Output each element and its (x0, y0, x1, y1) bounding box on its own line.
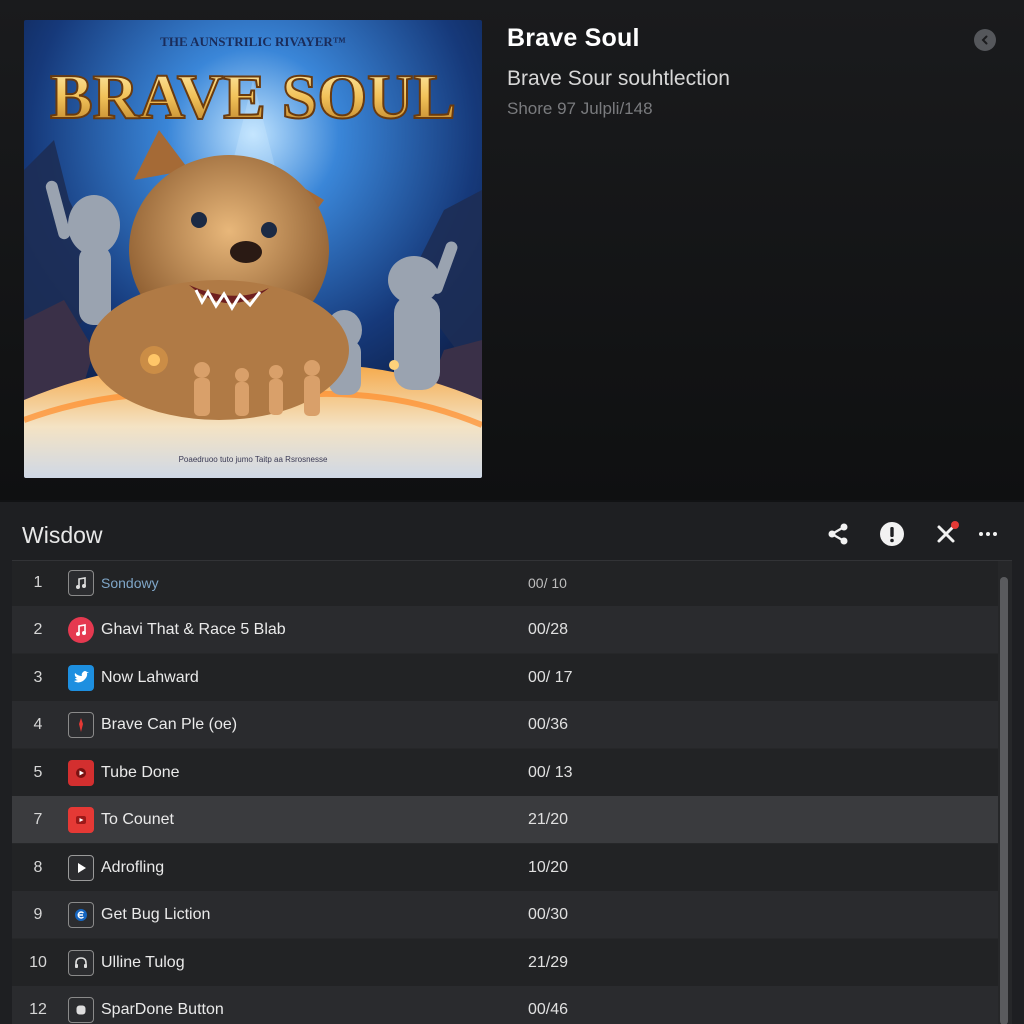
track-duration: 00/46 (528, 1000, 569, 1018)
track-number: 3 (33, 668, 43, 686)
album-meta: Brave Soul Brave Sour souhtlection Shore… (507, 24, 947, 119)
music-app-icon (68, 616, 94, 643)
cover-credits: Poaedruoo tuto jumo Taitp aa Rsrosnesse (179, 455, 328, 464)
track-row[interactable]: 8 Adrofling 10/20 (12, 844, 998, 891)
circle-e-icon (68, 901, 94, 928)
chevron-left-icon (981, 35, 988, 45)
album-info: Shore 97 Julpli/148 (507, 99, 653, 118)
cover-tagline: THE AUNSTRILIC RIVAYER™ (160, 34, 346, 49)
track-duration: 00/36 (528, 715, 569, 733)
bird-icon (68, 664, 94, 691)
info-button[interactable] (878, 520, 906, 548)
track-duration: 00/ 17 (528, 668, 573, 686)
album-header: THE AUNSTRILIC RIVAYER™ BRAVE SOUL Poaed… (0, 0, 1024, 500)
more-button[interactable] (974, 520, 1002, 548)
play-icon (68, 854, 94, 881)
track-number: 9 (33, 905, 43, 923)
track-number: 2 (33, 620, 43, 638)
track-row[interactable]: 2 Ghavi That & Race 5 Blab 00/28 (12, 606, 998, 653)
track-number: 8 (33, 858, 43, 876)
close-button[interactable] (932, 520, 960, 548)
track-duration: 21/29 (528, 953, 569, 971)
back-button[interactable] (974, 29, 996, 51)
track-name: To Counet (101, 810, 174, 828)
tube-icon (68, 806, 94, 833)
track-name: SparDone Button (101, 1000, 224, 1018)
track-duration: 00/28 (528, 620, 569, 638)
track-name: Now Lahward (101, 668, 199, 686)
tube-icon (68, 759, 94, 786)
album-cover[interactable]: THE AUNSTRILIC RIVAYER™ BRAVE SOUL Poaed… (24, 20, 482, 478)
track-number: 12 (29, 1000, 47, 1018)
track-row[interactable]: 9 Get Bug Liction 00/30 (12, 891, 998, 938)
flame-icon (68, 711, 94, 738)
track-row[interactable]: 12 SparDone Button 00/46 (12, 986, 998, 1024)
notification-dot (951, 521, 959, 529)
album-subtitle: Brave Sour souhtlection (507, 67, 730, 90)
track-number: 10 (29, 953, 47, 971)
tracklist-header: Wisdow (0, 502, 1024, 560)
album-title: Brave Soul (507, 24, 640, 52)
track-row[interactable]: 4 Brave Can Ple (oe) 00/36 (12, 701, 998, 748)
cover-title: BRAVE SOUL (50, 61, 456, 132)
track-name: Ulline Tulog (101, 953, 185, 971)
scrollbar-thumb[interactable] (1000, 577, 1008, 1024)
track-name: Ghavi That & Race 5 Blab (101, 620, 286, 638)
track-duration: 00/ 10 (528, 574, 567, 591)
square-icon (68, 996, 94, 1023)
share-button[interactable] (824, 520, 852, 548)
track-row[interactable]: 3 Now Lahward 00/ 17 (12, 654, 998, 701)
music-note-icon (68, 569, 94, 596)
tracklist-title: Wisdow (22, 522, 103, 548)
track-number: 7 (33, 810, 43, 828)
track-name: Brave Can Ple (oe) (101, 715, 238, 733)
track-name: Tube Done (101, 763, 180, 781)
share-icon (828, 523, 848, 545)
track-list[interactable]: 1 Sondowy 00/ 10 2 Ghavi That & Race 5 B… (12, 560, 1012, 1024)
track-name: Get Bug Liction (101, 905, 211, 923)
track-number: 4 (33, 715, 43, 733)
track-duration: 21/20 (528, 810, 569, 828)
tracklist-panel: Wisdow 1 Sondowy 00/ 10 2 Ghavi That & R… (0, 502, 1024, 1024)
track-number: 5 (33, 763, 43, 781)
scrollbar[interactable] (1000, 577, 1008, 1024)
track-row[interactable]: 10 Ulline Tulog 21/29 (12, 939, 998, 986)
track-duration: 00/30 (528, 905, 569, 923)
track-duration: 10/20 (528, 858, 569, 876)
headphones-icon (68, 949, 94, 976)
track-row[interactable]: 5 Tube Done 00/ 13 (12, 749, 998, 796)
track-name: Sondowy (101, 574, 159, 591)
track-row-selected[interactable]: 7 To Counet 21/20 (12, 796, 998, 843)
track-name: Adrofling (101, 858, 165, 876)
info-icon (880, 522, 904, 546)
track-number: 1 (33, 573, 43, 591)
album-cover-art: THE AUNSTRILIC RIVAYER™ BRAVE SOUL Poaed… (24, 20, 482, 478)
more-icon (979, 532, 997, 536)
track-duration: 00/ 13 (528, 763, 573, 781)
track-row[interactable]: 1 Sondowy 00/ 10 (12, 561, 998, 606)
